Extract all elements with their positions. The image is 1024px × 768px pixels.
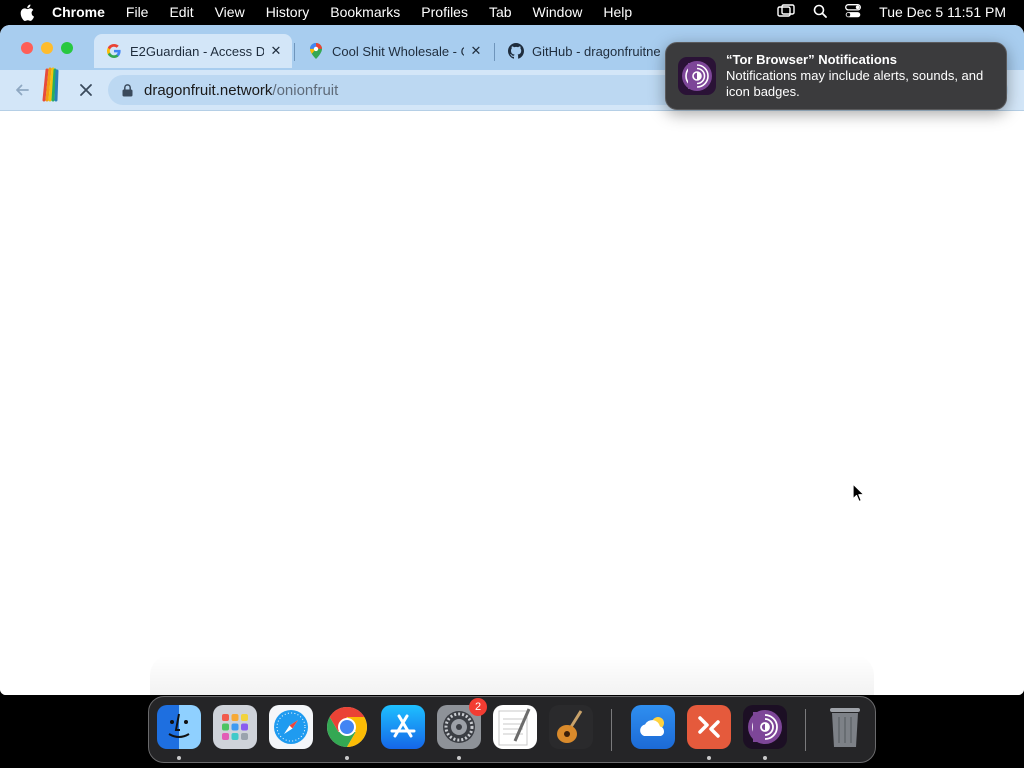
url-domain: dragonfruit.network [144, 81, 273, 99]
running-indicator [457, 756, 461, 760]
tab-github[interactable]: GitHub - dragonfruitne [496, 34, 666, 68]
dock-divider [611, 709, 612, 751]
menu-tab[interactable]: Tab [489, 4, 512, 20]
menu-bar: Chrome File Edit View History Bookmarks … [0, 0, 1024, 24]
menu-file[interactable]: File [126, 4, 149, 20]
menu-edit[interactable]: Edit [169, 4, 193, 20]
control-center-icon[interactable] [845, 3, 862, 21]
tor-browser-icon[interactable] [743, 705, 787, 749]
url-path: /onionfruit [272, 81, 339, 99]
mouse-cursor-icon [852, 483, 865, 503]
screen-mirroring-icon[interactable] [777, 3, 795, 21]
textedit-icon[interactable] [493, 705, 537, 749]
tab-title: GitHub - dragonfruitne [532, 43, 661, 59]
running-indicator [707, 756, 711, 760]
apple-menu-icon[interactable] [18, 3, 36, 21]
running-indicator [763, 756, 767, 760]
menu-bookmarks[interactable]: Bookmarks [330, 4, 400, 20]
lock-icon[interactable] [120, 83, 134, 97]
github-icon [508, 43, 524, 59]
page-content[interactable] [0, 112, 1024, 695]
menu-window[interactable]: Window [533, 4, 583, 20]
app-store-icon[interactable] [381, 705, 425, 749]
close-window-button[interactable] [21, 42, 33, 54]
menu-view[interactable]: View [215, 4, 245, 20]
zoom-window-button[interactable] [61, 42, 73, 54]
notification-title: “Tor Browser” Notifications [726, 52, 897, 67]
stop-loading-icon[interactable] [74, 78, 98, 102]
launchpad-icon[interactable] [213, 705, 257, 749]
google-maps-pin-icon [308, 43, 324, 59]
system-settings-icon[interactable]: 2 [437, 698, 487, 749]
remote-desktop-icon[interactable] [687, 705, 731, 749]
dock: 2 [148, 696, 876, 763]
tor-notification-banner[interactable]: “Tor Browser” Notifications Notification… [665, 42, 1007, 110]
tab-e2guardian[interactable]: E2Guardian - Access D ✕ [94, 34, 292, 68]
weather-icon[interactable] [631, 705, 675, 749]
finder-icon[interactable] [157, 705, 201, 749]
back-arrow-icon[interactable] [10, 78, 34, 102]
spotlight-search-icon[interactable] [813, 4, 828, 21]
chrome-window: E2Guardian - Access D ✕ Cool Shit Wholes… [0, 25, 1024, 695]
menu-app-name[interactable]: Chrome [52, 4, 105, 20]
google-g-icon [106, 43, 122, 59]
minimize-window-button[interactable] [41, 42, 53, 54]
dock-shadow [150, 655, 874, 695]
url-text[interactable]: dragonfruit.network/onionfruit [144, 82, 338, 99]
dock-divider [805, 709, 806, 751]
running-indicator [177, 756, 181, 760]
tab-cool-shit-wholesale[interactable]: Cool Shit Wholesale - G ✕ [296, 34, 492, 68]
notification-badge: 2 [469, 698, 487, 716]
notification-body: Notifications may include alerts, sounds… [726, 68, 984, 99]
close-tab-icon[interactable]: ✕ [268, 43, 284, 59]
menu-profiles[interactable]: Profiles [421, 4, 468, 20]
close-tab-icon[interactable]: ✕ [468, 43, 484, 59]
tor-browser-icon [678, 57, 716, 95]
garageband-icon[interactable] [549, 705, 593, 749]
running-indicator [345, 756, 349, 760]
menu-history[interactable]: History [266, 4, 310, 20]
trash-icon[interactable] [823, 705, 867, 749]
rainbow-pen-extension-icon[interactable] [38, 66, 64, 102]
tab-separator [494, 43, 495, 61]
chrome-icon[interactable] [325, 705, 369, 749]
menu-help[interactable]: Help [603, 4, 632, 20]
safari-icon[interactable] [269, 705, 313, 749]
tab-separator [294, 43, 295, 61]
tab-title: Cool Shit Wholesale - G [332, 43, 464, 59]
menubar-clock[interactable]: Tue Dec 5 11:51 PM [879, 4, 1006, 20]
tab-title: E2Guardian - Access D [130, 43, 264, 59]
